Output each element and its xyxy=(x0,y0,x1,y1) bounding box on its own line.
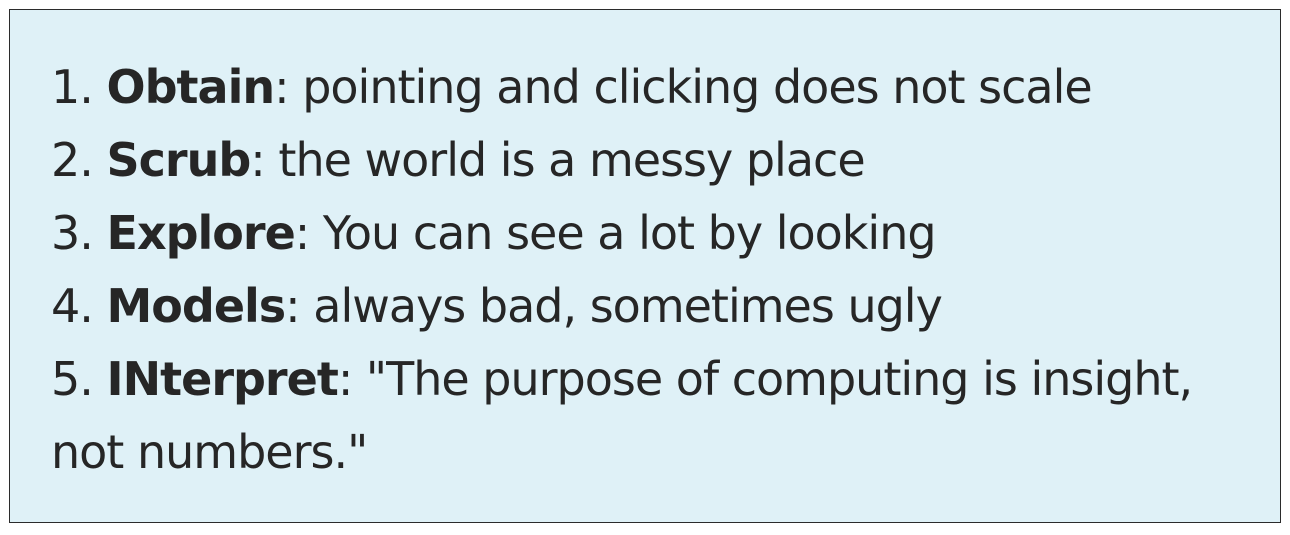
step-item-obtain: 1. Obtain: pointing and clicking does no… xyxy=(51,51,1241,124)
step-separator: : xyxy=(337,352,353,406)
step-item-explore: 3. Explore: You can see a lot by looking xyxy=(51,197,1241,270)
step-description: always bad, sometimes ugly xyxy=(299,279,943,333)
step-term: Explore xyxy=(106,206,296,260)
steps-list: 1. Obtain: pointing and clicking does no… xyxy=(51,51,1241,489)
step-term: Obtain xyxy=(106,60,276,114)
step-separator: : xyxy=(250,133,265,187)
step-item-models: 4. Models: always bad, sometimes ugly xyxy=(51,270,1241,343)
step-separator: : xyxy=(294,206,310,260)
step-number: 2. xyxy=(51,133,94,187)
step-term: Models xyxy=(106,279,287,333)
step-number: 4. xyxy=(51,279,94,333)
callout-box: 1. Obtain: pointing and clicking does no… xyxy=(9,9,1281,523)
step-number: 1. xyxy=(51,60,94,114)
step-number: 5. xyxy=(51,352,94,406)
step-term: INterpret xyxy=(106,352,339,406)
step-description: the world is a messy place xyxy=(264,133,865,187)
step-item-scrub: 2. Scrub: the world is a messy place xyxy=(51,124,1241,197)
step-number: 3. xyxy=(51,206,94,260)
step-description: pointing and clicking does not scale xyxy=(288,60,1093,114)
step-description: You can see a lot by looking xyxy=(309,206,937,260)
step-item-interpret: 5. INterpret: "The purpose of computing … xyxy=(51,343,1241,489)
step-separator: : xyxy=(285,279,300,333)
step-term: Scrub xyxy=(106,133,252,187)
step-separator: : xyxy=(274,60,289,114)
